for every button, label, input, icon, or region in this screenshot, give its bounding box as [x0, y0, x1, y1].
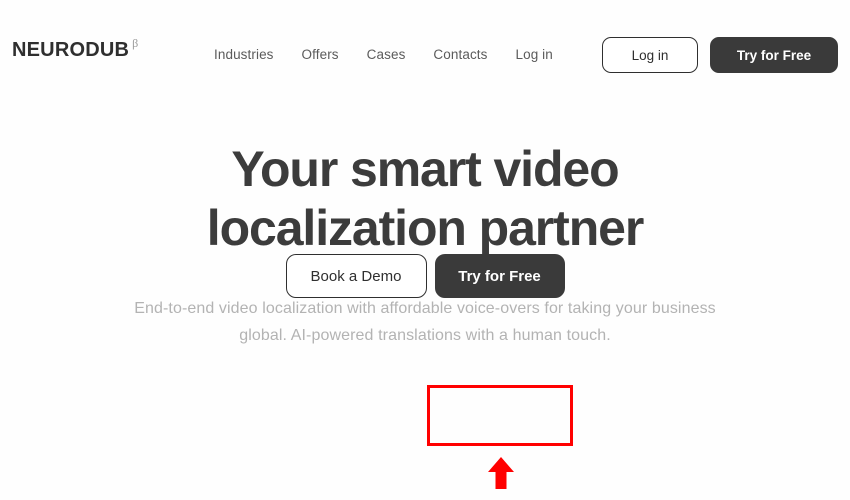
main-navigation: Industries Offers Cases Contacts Log in	[214, 47, 553, 62]
site-header: NEURODUB β Industries Offers Cases Conta…	[0, 0, 850, 108]
hero-title-line-2: localization partner	[206, 200, 645, 256]
nav-item-industries[interactable]: Industries	[214, 47, 274, 62]
hero-actions: Book a Demo Try for Free	[0, 254, 850, 298]
nav-item-login[interactable]: Log in	[516, 47, 553, 62]
header-try-for-free-button[interactable]: Try for Free	[710, 37, 838, 73]
hero-subtitle: End-to-end video localization with affor…	[0, 296, 850, 350]
nav-item-contacts[interactable]: Contacts	[433, 47, 487, 62]
nav-item-offers[interactable]: Offers	[302, 47, 339, 62]
landing-page: NEURODUB β Industries Offers Cases Conta…	[0, 0, 850, 500]
annotation-highlight-box	[427, 385, 573, 446]
brand-logo[interactable]: NEURODUB β	[12, 36, 139, 61]
brand-logo-text: NEURODUB	[12, 39, 130, 61]
hero-title-line-1: Your smart video	[231, 141, 619, 197]
header-login-button[interactable]: Log in	[602, 37, 698, 73]
hero-subtitle-wrapper: End-to-end video localization with affor…	[0, 296, 850, 350]
beta-badge: β	[132, 36, 139, 50]
annotation-arrow-up-icon	[485, 456, 517, 490]
page-title: Your smart video localization partner	[0, 140, 850, 258]
book-a-demo-button[interactable]: Book a Demo	[285, 254, 427, 298]
hero-section: Your smart video localization partner En…	[0, 140, 850, 350]
nav-item-cases[interactable]: Cases	[367, 47, 406, 62]
hero-try-for-free-button[interactable]: Try for Free	[434, 254, 565, 298]
header-actions: Log in Try for Free	[602, 37, 838, 73]
hero-subtitle-line-1: End-to-end video localization with affor…	[134, 300, 648, 317]
